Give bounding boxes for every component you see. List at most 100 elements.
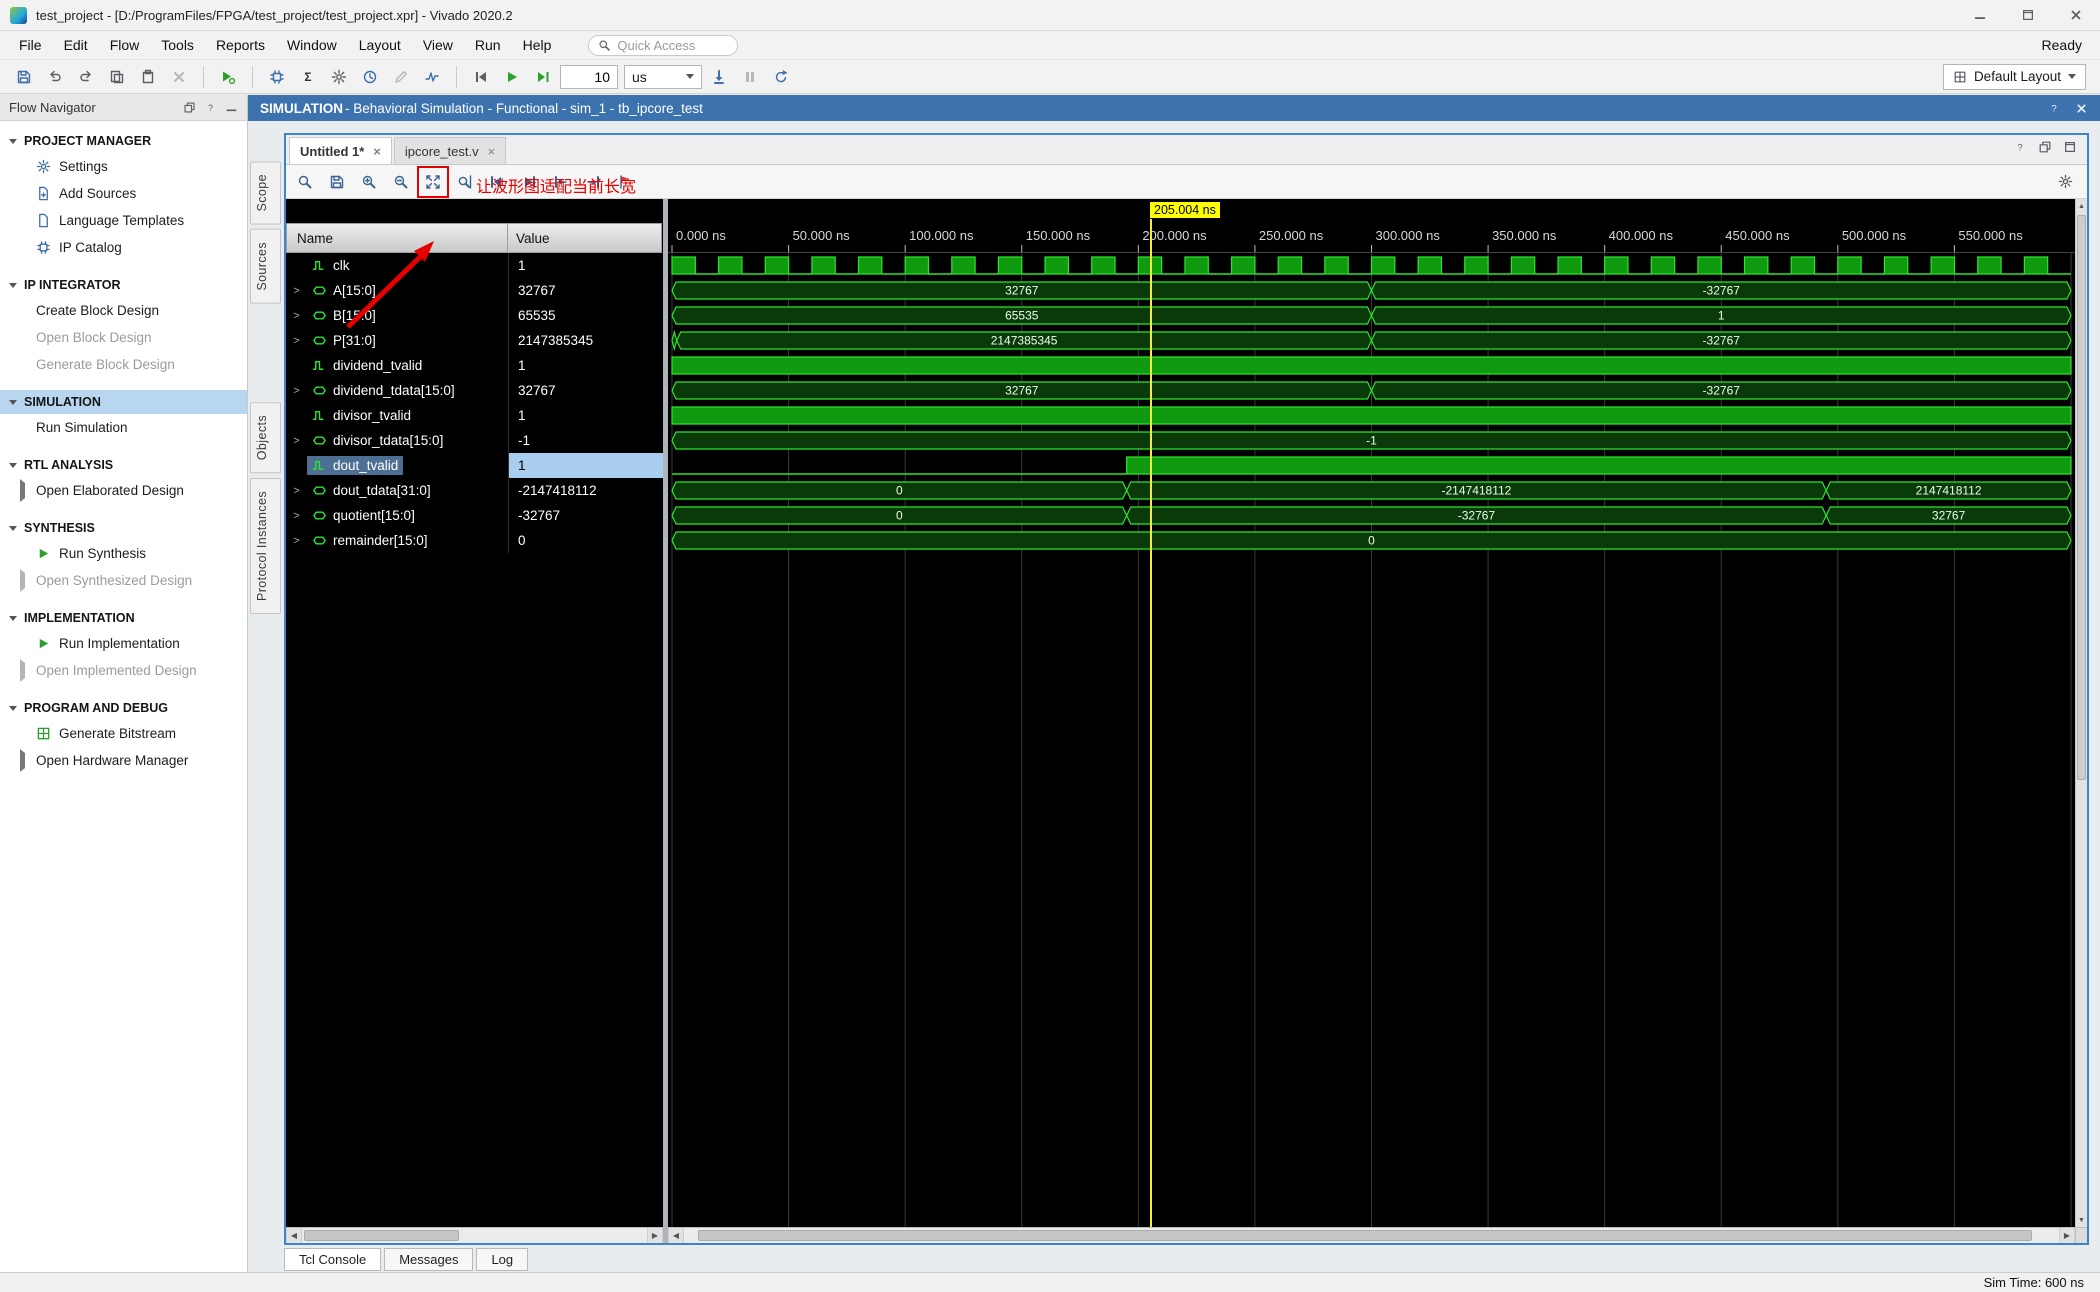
zoom-out-button[interactable] bbox=[388, 169, 414, 195]
scrollbar-thumb[interactable] bbox=[697, 1230, 2032, 1241]
maximize-button[interactable] bbox=[2004, 0, 2052, 30]
scroll-up-icon[interactable]: ▲ bbox=[2076, 199, 2087, 213]
ip-integrator-button[interactable] bbox=[263, 64, 291, 90]
name-column-header[interactable]: Name bbox=[286, 223, 508, 253]
side-tab-scope[interactable]: Scope bbox=[250, 161, 281, 225]
scroll-left-icon[interactable]: ◀ bbox=[286, 1228, 302, 1243]
flow-item-ip-catalog[interactable]: IP Catalog bbox=[0, 234, 247, 261]
go-to-last-time-button[interactable] bbox=[516, 169, 542, 195]
tab-ipcore-test-v[interactable]: ipcore_test.v × bbox=[393, 137, 507, 164]
signal-row-clk[interactable]: clk 1 bbox=[286, 253, 663, 278]
expand-icon[interactable]: > bbox=[291, 435, 302, 447]
signal-row-remainder-15-0[interactable]: > remainder[15:0] 0 bbox=[286, 528, 663, 553]
expand-icon[interactable]: > bbox=[291, 285, 302, 297]
flow-item-open-elaborated-design[interactable]: Open Elaborated Design bbox=[0, 477, 247, 504]
signal-row-b-15-0[interactable]: > B[15:0] 65535 bbox=[286, 303, 663, 328]
menu-layout[interactable]: Layout bbox=[348, 33, 412, 57]
expand-icon[interactable] bbox=[20, 659, 28, 682]
flow-header-ip-integrator[interactable]: IP INTEGRATOR bbox=[0, 273, 247, 297]
flow-header-synthesis[interactable]: SYNTHESIS bbox=[0, 516, 247, 540]
run-for-button[interactable] bbox=[529, 64, 557, 90]
banner-close-icon[interactable] bbox=[2075, 102, 2088, 115]
expand-icon[interactable]: > bbox=[291, 385, 302, 397]
timeline-ruler[interactable]: 0.000 ns 50.000 ns 100.000 ns 150.000 ns 200… bbox=[668, 223, 2075, 253]
undo-button[interactable] bbox=[41, 64, 69, 90]
menu-run[interactable]: Run bbox=[464, 33, 512, 57]
float-window-icon[interactable] bbox=[2038, 140, 2052, 154]
report-button[interactable]: Σ bbox=[294, 64, 322, 90]
expand-icon[interactable]: > bbox=[291, 310, 302, 322]
flow-item-run-implementation[interactable]: Run Implementation bbox=[0, 630, 247, 657]
bottom-tab-tcl-console[interactable]: Tcl Console bbox=[284, 1247, 382, 1271]
menu-view[interactable]: View bbox=[412, 33, 464, 57]
signal-row-dividend-tdata-15-0[interactable]: > dividend_tdata[15:0] 32767 bbox=[286, 378, 663, 403]
flow-header-simulation[interactable]: SIMULATION bbox=[0, 390, 247, 414]
quick-access-search[interactable]: Quick Access bbox=[588, 34, 739, 56]
paste-button[interactable] bbox=[134, 64, 162, 90]
run-settings-button[interactable] bbox=[214, 64, 242, 90]
redo-button[interactable] bbox=[72, 64, 100, 90]
flow-item-create-block-design[interactable]: Create Block Design bbox=[0, 297, 247, 324]
save-wave-config-button[interactable] bbox=[324, 169, 350, 195]
signal-row-divisor-tvalid[interactable]: divisor_tvalid 1 bbox=[286, 403, 663, 428]
add-marker-button[interactable] bbox=[612, 169, 638, 195]
collapse-panel-icon[interactable] bbox=[225, 101, 238, 114]
cursor-time-label[interactable]: 205.004 ns bbox=[1150, 202, 1220, 218]
expand-icon[interactable] bbox=[20, 479, 28, 502]
flow-header-project-manager[interactable]: PROJECT MANAGER bbox=[0, 129, 247, 153]
table-horizontal-scrollbar[interactable]: ◀ ▶ bbox=[286, 1227, 663, 1243]
flow-item-run-simulation[interactable]: Run Simulation bbox=[0, 414, 247, 441]
wave-settings-button[interactable] bbox=[2052, 169, 2078, 195]
scroll-left-icon[interactable]: ◀ bbox=[668, 1228, 684, 1243]
flow-item-open-hardware-manager[interactable]: Open Hardware Manager bbox=[0, 747, 247, 774]
tab-untitled-1[interactable]: Untitled 1* × bbox=[289, 137, 392, 164]
expand-icon[interactable]: > bbox=[291, 485, 302, 497]
bottom-tab-messages[interactable]: Messages bbox=[384, 1247, 474, 1271]
menu-reports[interactable]: Reports bbox=[205, 33, 276, 57]
value-column-header[interactable]: Value bbox=[507, 223, 662, 253]
expand-icon[interactable]: > bbox=[291, 335, 302, 347]
expand-icon[interactable] bbox=[20, 749, 28, 772]
expand-icon[interactable]: > bbox=[291, 535, 302, 547]
sim-runtime-input[interactable] bbox=[560, 64, 618, 89]
waveform-canvas[interactable]: 32767 -32767 65535 1 2147385345 -32767 32767 -3… bbox=[668, 253, 2075, 1227]
menu-tools[interactable]: Tools bbox=[150, 33, 205, 57]
signal-row-p-31-0[interactable]: > P[31:0] 2147385345 bbox=[286, 328, 663, 353]
minimize-button[interactable] bbox=[1956, 0, 2004, 30]
side-tab-sources[interactable]: Sources bbox=[250, 229, 281, 305]
find-button[interactable] bbox=[292, 169, 318, 195]
float-panel-icon[interactable] bbox=[183, 101, 196, 114]
scroll-right-icon[interactable]: ▶ bbox=[2059, 1228, 2075, 1243]
layout-select[interactable]: Default Layout bbox=[1942, 63, 2086, 90]
flow-item-language-templates[interactable]: Language Templates bbox=[0, 207, 247, 234]
timing-button[interactable] bbox=[356, 64, 384, 90]
flow-item-settings[interactable]: Settings bbox=[0, 153, 247, 180]
help-icon[interactable]: ? bbox=[2013, 140, 2027, 154]
bottom-tab-log[interactable]: Log bbox=[476, 1247, 529, 1271]
flow-header-program-and-debug[interactable]: PROGRAM AND DEBUG bbox=[0, 696, 247, 720]
side-tab-protocol-instances[interactable]: Protocol Instances bbox=[250, 478, 281, 615]
scroll-right-icon[interactable]: ▶ bbox=[647, 1228, 663, 1243]
help-icon[interactable]: ? bbox=[204, 101, 217, 114]
run-all-button[interactable] bbox=[498, 64, 526, 90]
save-button[interactable] bbox=[10, 64, 38, 90]
step-button[interactable] bbox=[705, 64, 733, 90]
menu-file[interactable]: File bbox=[8, 33, 53, 57]
menu-flow[interactable]: Flow bbox=[99, 33, 151, 57]
close-button[interactable] bbox=[2052, 0, 2100, 30]
flow-item-add-sources[interactable]: Add Sources bbox=[0, 180, 247, 207]
set-up-debug-button[interactable] bbox=[418, 64, 446, 90]
signal-row-a-15-0[interactable]: > A[15:0] 32767 bbox=[286, 278, 663, 303]
expand-icon[interactable]: > bbox=[291, 510, 302, 522]
signal-row-divisor-tdata-15-0[interactable]: > divisor_tdata[15:0] -1 bbox=[286, 428, 663, 453]
close-tab-icon[interactable]: × bbox=[373, 144, 381, 159]
signal-row-quotient-15-0[interactable]: > quotient[15:0] -32767 bbox=[286, 503, 663, 528]
signal-row-dividend-tvalid[interactable]: dividend_tvalid 1 bbox=[286, 353, 663, 378]
next-transition-button[interactable] bbox=[580, 169, 606, 195]
menu-window[interactable]: Window bbox=[276, 33, 348, 57]
vertical-scrollbar[interactable]: ▲ ▼ bbox=[2075, 199, 2087, 1227]
flow-item-run-synthesis[interactable]: Run Synthesis bbox=[0, 540, 247, 567]
scrollbar-thumb[interactable] bbox=[2077, 215, 2086, 781]
copy-button[interactable] bbox=[103, 64, 131, 90]
maximize-panel-icon[interactable] bbox=[2063, 140, 2077, 154]
